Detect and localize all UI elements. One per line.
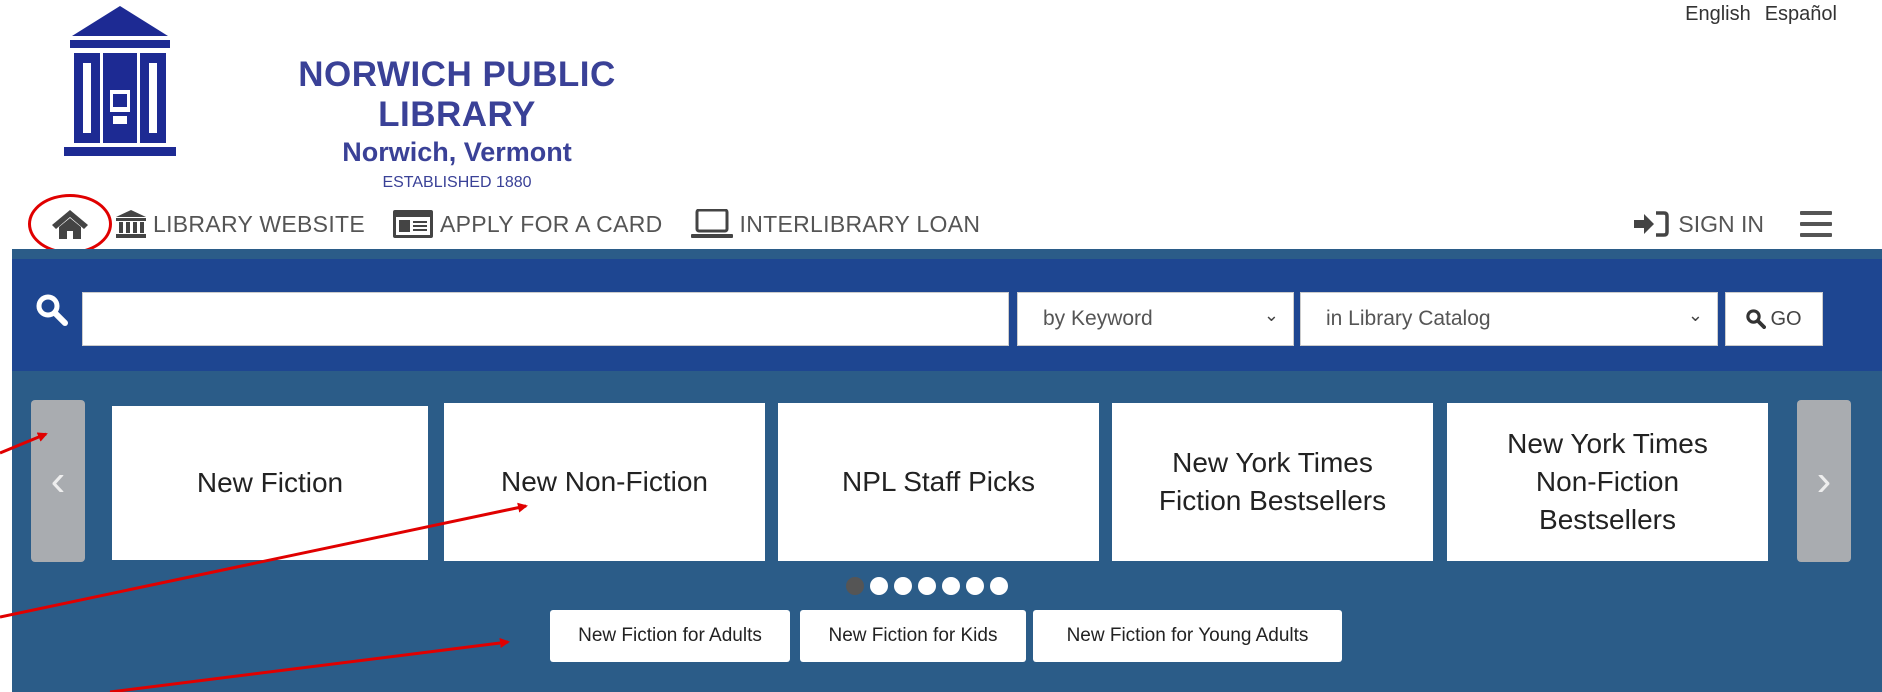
library-brand[interactable]: NORWICH PUBLIC LIBRARY Norwich, Vermont …: [222, 55, 692, 192]
apply-card-label: APPLY FOR A CARD: [440, 210, 663, 237]
carousel-next-button[interactable]: ›: [1797, 400, 1851, 562]
library-website-label: LIBRARY WEBSITE: [153, 210, 365, 237]
card-label: New Non-Fiction: [501, 466, 708, 498]
card-label-line: New York Times: [1507, 428, 1708, 460]
go-label: GO: [1770, 307, 1802, 330]
tab-new-fiction-young-adults[interactable]: New Fiction for Young Adults: [1033, 610, 1342, 662]
bank-icon: [116, 210, 146, 238]
search-type-value: by Keyword: [1043, 307, 1153, 330]
home-button[interactable]: [28, 194, 112, 254]
carousel-pagination: [846, 577, 1008, 595]
brand-subtitle: Norwich, Vermont: [342, 137, 572, 167]
tab-label: New Fiction for Adults: [578, 625, 762, 646]
lang-spanish-link[interactable]: Español: [1765, 3, 1837, 26]
carousel-card-nyt-non-fiction[interactable]: New York Times Non-Fiction Bestsellers: [1447, 403, 1768, 561]
carousel-dot[interactable]: [894, 577, 912, 595]
apply-card-link[interactable]: APPLY FOR A CARD: [393, 210, 663, 238]
carousel-dot[interactable]: [870, 577, 888, 595]
tab-label: New Fiction for Young Adults: [1066, 625, 1309, 646]
carousel-card-nyt-fiction[interactable]: New York Times Fiction Bestsellers: [1112, 403, 1433, 561]
carousel-card-new-fiction[interactable]: New Fiction: [112, 406, 428, 560]
carousel-dot[interactable]: [918, 577, 936, 595]
sign-in-button[interactable]: SIGN IN: [1634, 196, 1764, 252]
carousel-card-new-non-fiction[interactable]: New Non-Fiction: [444, 403, 765, 561]
lang-english-link[interactable]: English: [1685, 3, 1751, 26]
chevron-down-icon: ⌄: [1263, 305, 1279, 325]
search-scope-select[interactable]: in Library Catalog ⌄: [1300, 292, 1718, 346]
carousel-dot[interactable]: [846, 577, 864, 595]
card-label-line: Non-Fiction: [1535, 466, 1680, 498]
interlibrary-loan-label: INTERLIBRARY LOAN: [739, 210, 981, 237]
card-label: NPL Staff Picks: [842, 466, 1035, 498]
sign-in-label: SIGN IN: [1678, 210, 1764, 237]
sign-in-icon: [1634, 211, 1670, 237]
search-scope-value: in Library Catalog: [1326, 307, 1491, 330]
carousel-card-staff-picks[interactable]: NPL Staff Picks: [778, 403, 1099, 561]
id-card-icon: [393, 210, 433, 238]
search-icon[interactable]: [36, 294, 68, 326]
card-label-line: Fiction Bestsellers: [1158, 485, 1387, 516]
laptop-icon: [690, 209, 733, 238]
tab-new-fiction-kids[interactable]: New Fiction for Kids: [800, 610, 1026, 662]
card-label-line: New York Times: [1172, 447, 1373, 479]
tab-label: New Fiction for Kids: [828, 625, 998, 646]
language-switcher: English Español: [1685, 3, 1837, 26]
search-input[interactable]: [82, 292, 1009, 346]
library-building-icon[interactable]: [60, 6, 180, 166]
card-label: New Fiction: [196, 467, 344, 499]
search-icon: [1746, 309, 1767, 329]
page: English Español NORWICH PUBLIC LIBRARY N…: [0, 0, 1882, 692]
go-button[interactable]: GO: [1725, 292, 1823, 346]
hamburger-menu-icon[interactable]: [1800, 211, 1832, 237]
chevron-right-icon: ›: [1816, 456, 1832, 505]
library-website-link[interactable]: LIBRARY WEBSITE: [116, 210, 365, 238]
top-navigation: LIBRARY WEBSITE APPLY FOR A CARD INTERLI…: [24, 194, 1882, 254]
brand-title: NORWICH PUBLIC LIBRARY: [298, 55, 616, 134]
interlibrary-loan-link[interactable]: INTERLIBRARY LOAN: [690, 209, 981, 239]
search-type-select[interactable]: by Keyword ⌄: [1017, 292, 1294, 346]
chevron-left-icon: ‹: [50, 456, 66, 505]
carousel-dot[interactable]: [942, 577, 960, 595]
carousel-dot[interactable]: [966, 577, 984, 595]
chevron-down-icon: ⌄: [1687, 305, 1703, 325]
carousel-dot[interactable]: [990, 577, 1008, 595]
home-icon: [52, 210, 88, 239]
brand-established: ESTABLISHED 1880: [382, 174, 532, 191]
carousel-prev-button[interactable]: ‹: [31, 400, 85, 562]
card-label-line: Bestsellers: [1539, 503, 1676, 535]
tab-new-fiction-adults[interactable]: New Fiction for Adults: [550, 610, 790, 662]
